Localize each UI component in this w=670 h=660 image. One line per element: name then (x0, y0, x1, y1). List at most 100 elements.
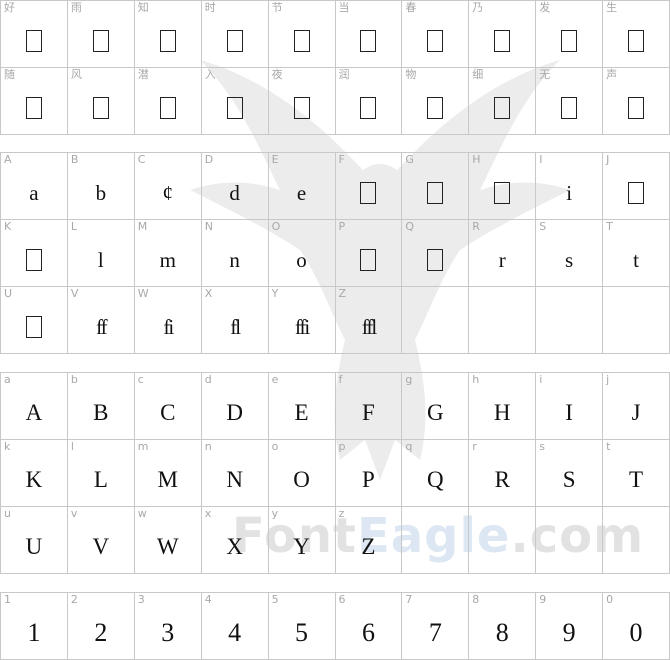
glyph-cell: 夜 (268, 68, 336, 135)
glyph-key-label: A (4, 153, 12, 166)
glyph-preview: W (156, 534, 179, 559)
missing-glyph-box-icon (360, 182, 377, 204)
glyph-key-label: L (70, 220, 78, 233)
missing-glyph-box (336, 234, 402, 286)
glyph-cell (603, 507, 670, 574)
missing-glyph-box-icon (25, 249, 42, 271)
glyph-key-label: a (4, 373, 11, 386)
glyph-cell: gG (402, 373, 470, 440)
glyph-key-label: 声 (606, 68, 618, 81)
glyph-cell: 春 (402, 1, 470, 68)
missing-glyph-box-icon (360, 249, 377, 271)
glyph-cell: C ¢ (134, 153, 202, 220)
glyph-preview: Z (361, 534, 376, 559)
glyph-cell: 雨 (67, 1, 135, 68)
glyph-key-label: h (472, 373, 480, 386)
missing-glyph-box (202, 82, 268, 134)
glyph-cell: Q (402, 220, 470, 287)
glyph-preview: E (294, 400, 309, 425)
glyph-key-label: Q (405, 220, 415, 233)
missing-glyph-box (402, 167, 468, 219)
glyph-key-label: 当 (338, 1, 350, 14)
glyph-key-label: n (204, 440, 212, 453)
glyph-cell (603, 287, 670, 354)
glyph-key-label: O (271, 220, 281, 233)
glyph-cell: rR (469, 440, 537, 507)
glyph-preview: A (25, 400, 43, 425)
glyph-cell: yY (268, 507, 336, 574)
glyph-cell: 物 (402, 68, 470, 135)
glyph-key-label: 2 (70, 593, 78, 606)
missing-glyph-box-icon (427, 97, 444, 119)
glyph-cell: 声 (603, 68, 670, 135)
glyph-cell: jJ (603, 373, 670, 440)
glyph-cell: 44 (201, 593, 269, 660)
glyph-preview: Y (293, 534, 310, 559)
glyph-preview: L (93, 467, 108, 492)
glyph-cell: Oo (268, 220, 336, 287)
glyph-preview: X (226, 534, 243, 559)
glyph-cell: eE (268, 373, 336, 440)
glyph-cell: Aa (1, 153, 68, 220)
glyph-cell: vV (67, 507, 135, 574)
missing-glyph-box (336, 15, 402, 67)
missing-glyph-box-icon (92, 30, 109, 52)
glyph-key-label: 乃 (472, 1, 484, 14)
glyph-cell: Vff (67, 287, 135, 354)
glyph-preview: P (362, 467, 375, 492)
missing-glyph-box-icon (561, 97, 578, 119)
glyph-key-label: T (606, 220, 613, 233)
glyph-preview: ffl (361, 314, 377, 339)
glyph-key-label: 知 (137, 1, 149, 14)
glyph-cell: 发 (536, 1, 604, 68)
glyph-cell: Ee (268, 153, 336, 220)
missing-glyph-box (603, 167, 669, 219)
glyph-key-label: 无 (539, 68, 551, 81)
glyph-preview: F (362, 400, 375, 425)
missing-glyph-box (402, 82, 468, 134)
missing-glyph-box (469, 167, 535, 219)
glyph-key-label: 夜 (271, 68, 283, 81)
glyph-key-label: k (4, 440, 11, 453)
glyph-key-label: 细 (472, 68, 484, 81)
glyph-key-label: I (539, 153, 543, 166)
glyph-cell: xX (201, 507, 269, 574)
missing-glyph-box (603, 15, 669, 67)
glyph-preview: fl (230, 314, 241, 339)
glyph-preview (536, 301, 602, 353)
glyph-preview: N (226, 467, 243, 492)
glyph-cell: 乃 (469, 1, 537, 68)
glyph-preview: e (296, 180, 307, 205)
glyph-key-label: 生 (606, 1, 618, 14)
glyph-cell: J (603, 153, 670, 220)
glyph-cell: 知 (134, 1, 202, 68)
glyph-key-label: W (137, 287, 149, 300)
glyph-cell: Bb (67, 153, 135, 220)
glyph-key-label: 潜 (137, 68, 149, 81)
glyph-preview: 3 (161, 618, 175, 647)
missing-glyph-box (336, 82, 402, 134)
missing-glyph-box (536, 15, 602, 67)
glyph-cell: 99 (536, 593, 604, 660)
glyph-cell: aA (1, 373, 68, 440)
missing-glyph-box-icon (226, 97, 243, 119)
glyph-preview: t (633, 247, 639, 272)
lowercase-glyph-grid: Aa Bb C ¢ Dd Ee F G H Ii J K Ll Mm Nn Oo P Q Rr Ss Tt U Vff Wfi… (0, 152, 670, 354)
glyph-key-label: v (70, 507, 78, 520)
glyph-key-label: p (338, 440, 346, 453)
glyph-key-label: G (405, 153, 414, 166)
glyph-key-label: 9 (539, 593, 547, 606)
missing-glyph-box (469, 82, 535, 134)
glyph-cell: Dd (201, 153, 269, 220)
glyph-key-label: B (70, 153, 79, 166)
glyph-key-label: K (4, 220, 12, 233)
glyph-key-label: 5 (271, 593, 279, 606)
missing-glyph-box-icon (427, 30, 444, 52)
glyph-cell: 88 (469, 593, 537, 660)
glyph-key-label: 1 (4, 593, 11, 606)
glyph-cell: Tt (603, 220, 670, 287)
glyph-preview: C (160, 400, 176, 425)
glyph-cell: pP (335, 440, 403, 507)
glyph-key-label: F (338, 153, 345, 166)
missing-glyph-box (135, 82, 201, 134)
